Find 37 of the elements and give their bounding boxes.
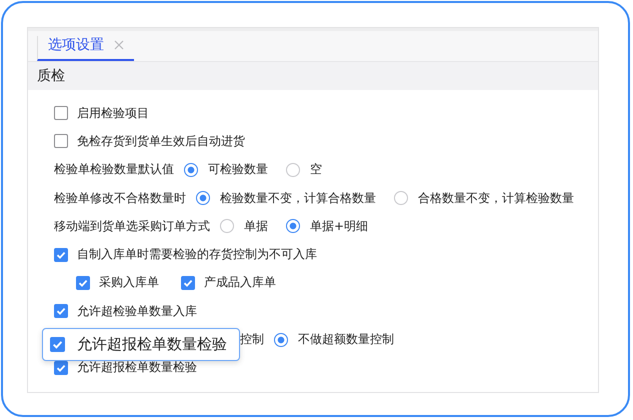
- radio-label: 不做超额数量控制: [298, 331, 394, 348]
- close-icon[interactable]: [114, 40, 124, 50]
- check-icon: [55, 305, 67, 318]
- radio-label: 单据+明细: [310, 218, 368, 235]
- radio-button[interactable]: [274, 332, 288, 347]
- radio-button[interactable]: [286, 162, 300, 177]
- radio-button[interactable]: [184, 162, 198, 177]
- checkbox-label: 自制入库单时需要检验的存货控制为不可入库: [77, 246, 317, 264]
- checkbox[interactable]: [54, 106, 68, 120]
- checkbox-label: 产成品入库单: [204, 274, 276, 292]
- checkbox-label: 免检存货到货单生效后自动进货: [77, 132, 245, 150]
- checkbox-label: 启用检验项目: [77, 104, 149, 122]
- radio-button[interactable]: [196, 191, 210, 206]
- checkbox[interactable]: [54, 360, 68, 375]
- option-label: 检验单检验数量默认值: [54, 161, 174, 178]
- checkbox-label: 允许超报检单数量检验: [77, 359, 197, 376]
- option-text: 控制: [240, 331, 264, 348]
- option-label: 移动端到货单选采购订单方式: [54, 218, 210, 235]
- radio-label: 合格数量不变，计算检验数量: [418, 190, 574, 207]
- section-title: 质检: [37, 67, 65, 85]
- checkbox[interactable]: [50, 337, 65, 352]
- radio-button[interactable]: [220, 219, 234, 234]
- radio-label: 空: [310, 161, 322, 178]
- radio-button[interactable]: [394, 191, 408, 206]
- checkbox-label: 允许超检验单数量入库: [77, 302, 197, 320]
- radio-label: 可检验数量: [208, 161, 268, 178]
- radio-label: 单据: [244, 218, 268, 235]
- radio-button[interactable]: [286, 219, 300, 234]
- checkbox[interactable]: [54, 248, 68, 262]
- checkbox[interactable]: [76, 276, 90, 290]
- checkbox-label: 允许超报检单数量检验: [77, 335, 227, 354]
- checkbox[interactable]: [54, 304, 68, 318]
- option-label: 检验单修改不合格数量时: [54, 190, 186, 207]
- checkbox-label: 采购入库单: [99, 274, 159, 292]
- radio-label: 检验数量不变，计算合格数量: [220, 190, 376, 207]
- checkbox[interactable]: [181, 276, 195, 290]
- checkbox[interactable]: [54, 134, 68, 148]
